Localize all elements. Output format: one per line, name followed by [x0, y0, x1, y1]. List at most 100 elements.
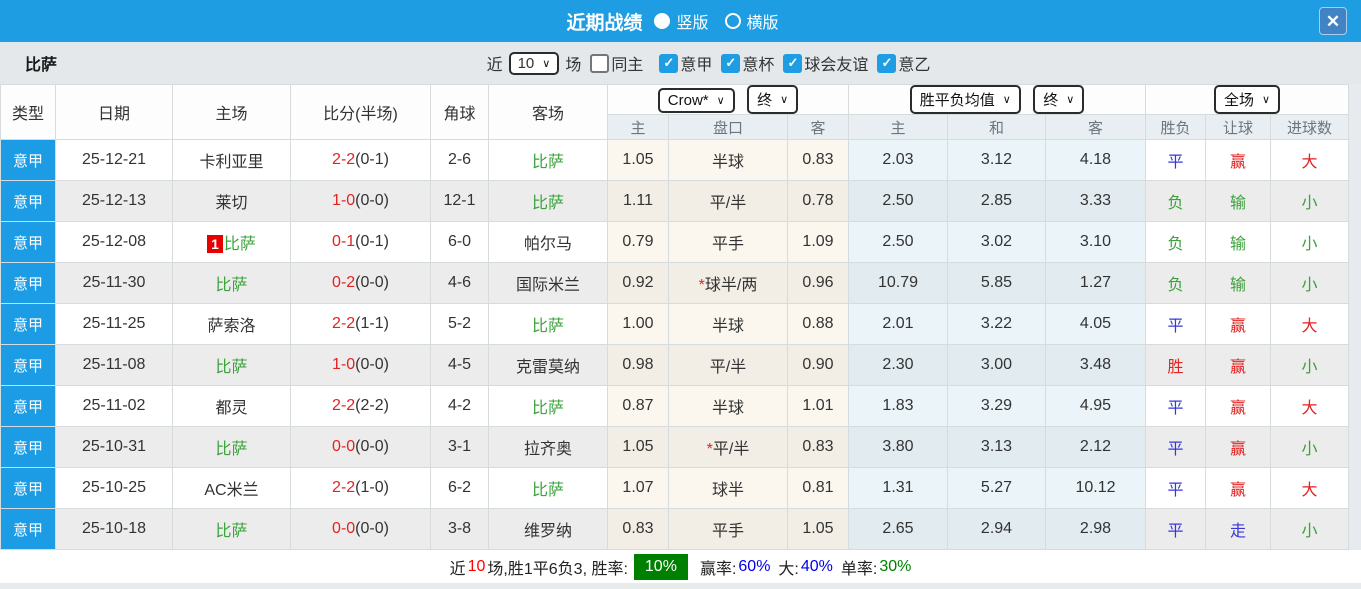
checkbox-1-icon[interactable]: ✓: [659, 53, 679, 73]
score-cell: 0-0(0-0): [290, 508, 431, 550]
checkbox-label[interactable]: 意甲: [680, 51, 712, 75]
eu-home-odds-cell: 10.79: [848, 262, 948, 304]
handicap-text: 球半/两: [704, 277, 758, 294]
footer-segment: 40%: [800, 557, 833, 575]
eu-draw-odds-cell: 3.22: [947, 303, 1046, 345]
ah-away-odds-cell: 1.05: [787, 508, 849, 550]
home-team-name: AC米兰: [204, 482, 259, 499]
handicap-cell: 平/半: [668, 344, 788, 386]
away-team-name: 拉齐奥: [523, 441, 572, 458]
match-scope-select[interactable]: 全场 ∨: [1213, 85, 1281, 114]
result-goals-cell: 小: [1269, 180, 1350, 222]
result-goals-cell: 小: [1269, 344, 1350, 386]
home-team-cell: 萨索洛: [172, 303, 291, 345]
result-wdl-cell: 平: [1145, 467, 1206, 509]
date-cell: 25-11-08: [55, 344, 173, 386]
date-cell: 25-12-08: [55, 221, 173, 263]
bookmaker-select[interactable]: Crow* ∨: [657, 88, 735, 113]
radio-vertical-label: 竖版: [676, 15, 709, 32]
eu-away-odds-cell: 4.95: [1045, 385, 1146, 427]
footer-segment: 场,胜1平6负3, 胜率:: [487, 560, 628, 578]
half-score: (0-0): [355, 274, 389, 291]
result-row: 意甲 25-11-02 都灵 2-2(2-2) 4-2 比萨 0.87 半球 1.01 1.83 3…: [0, 385, 1350, 427]
sub-header-eu-away: 客: [1045, 114, 1146, 140]
ah-away-odds-cell: 0.88: [787, 303, 849, 345]
result-goals-cell: 大: [1269, 139, 1350, 181]
handicap-cell: 平/半: [668, 180, 788, 222]
col-header-home: 主场: [172, 84, 291, 140]
league-cell: 意甲: [0, 344, 56, 386]
league-cell: 意甲: [0, 508, 56, 550]
eu-draw-odds-cell: 3.29: [947, 385, 1046, 427]
date-cell: 25-11-25: [55, 303, 173, 345]
footer-segment: 单率:: [840, 560, 878, 578]
radio-horizontal-layout[interactable]: 横版: [724, 9, 779, 33]
ah-away-odds-cell: 0.78: [787, 180, 849, 222]
checkbox-3-icon[interactable]: ✓: [783, 53, 803, 73]
half-score: (2-2): [355, 397, 389, 414]
eu-home-odds-cell: 2.65: [848, 508, 948, 550]
result-let-cell: 输: [1205, 180, 1271, 222]
league-cell: 意甲: [0, 303, 56, 345]
europe-time-select[interactable]: 终 ∨: [1033, 85, 1085, 114]
away-team-name: 国际米兰: [515, 277, 580, 294]
score-cell: 2-2(2-2): [290, 385, 431, 427]
result-let-cell: 走: [1205, 508, 1271, 550]
home-team-cell: 比萨: [172, 426, 291, 468]
eu-draw-odds-cell: 2.94: [947, 508, 1046, 550]
eu-home-odds-cell: 2.03: [848, 139, 948, 181]
half-score: (0-0): [355, 356, 389, 373]
checkbox-2-icon[interactable]: ✓: [721, 53, 741, 73]
result-wdl-cell: 平: [1145, 385, 1206, 427]
full-score: 2-2: [332, 151, 356, 168]
handicap-text: 平手: [711, 523, 744, 540]
league-cell: 意甲: [0, 262, 56, 304]
result-row: 意甲 25-12-08 1 比萨 0-1(0-1) 6-0 帕尔马 0.79 平手 1.09 2.5…: [0, 221, 1350, 263]
eu-draw-odds-cell: 2.85: [947, 180, 1046, 222]
chevron-down-icon: ∨: [1066, 94, 1075, 106]
score-cell: 0-1(0-1): [290, 221, 431, 263]
ah-home-odds-cell: 1.00: [607, 303, 669, 345]
corner-cell: 6-2: [430, 467, 489, 509]
corner-cell: 2-6: [430, 139, 489, 181]
handicap-cell: 平手: [668, 221, 788, 263]
close-icon[interactable]: ✕: [1319, 7, 1347, 35]
result-goals-cell: 大: [1269, 303, 1350, 345]
checkbox-0-icon[interactable]: [590, 53, 610, 73]
checkbox-4-icon[interactable]: ✓: [877, 53, 897, 73]
footer-segment: 60%: [738, 557, 771, 575]
corner-cell: 4-6: [430, 262, 489, 304]
sub-header-wdl: 胜负: [1145, 114, 1206, 140]
footer-segment: 近: [449, 560, 466, 578]
checkbox-label[interactable]: 同主: [611, 51, 643, 75]
corner-cell: 3-8: [430, 508, 489, 550]
checkbox-label[interactable]: 意乙: [898, 51, 930, 75]
league-cell: 意甲: [0, 467, 56, 509]
home-team-cell: 比萨: [172, 344, 291, 386]
checkbox-label[interactable]: 球会友谊: [804, 51, 868, 75]
footer-segment: 赢率:: [699, 560, 737, 578]
result-wdl-cell: 平: [1145, 139, 1206, 181]
score-cell: 1-0(0-0): [290, 180, 431, 222]
chevron-down-icon: ∨: [542, 57, 551, 70]
games-count-select[interactable]: 10 ∨: [508, 51, 560, 75]
result-goals-cell: 小: [1269, 262, 1350, 304]
result-goals-cell: 小: [1269, 508, 1350, 550]
ah-away-odds-cell: 0.83: [787, 139, 849, 181]
col-header-corner: 角球: [430, 84, 489, 140]
league-cell: 意甲: [0, 385, 56, 427]
half-score: (0-0): [355, 192, 389, 209]
eu-away-odds-cell: 4.05: [1045, 303, 1146, 345]
eu-home-odds-cell: 2.30: [848, 344, 948, 386]
handicap-text: 平/半: [709, 359, 747, 376]
eu-away-odds-cell: 1.27: [1045, 262, 1146, 304]
chevron-down-icon: ∨: [716, 95, 725, 107]
result-row: 意甲 25-10-25 AC米兰 2-2(1-0) 6-2 比萨 1.07 球半 0.81 1.3…: [0, 467, 1350, 509]
radio-vertical-layout[interactable]: 竖版: [654, 9, 709, 33]
checkbox-label[interactable]: 意杯: [742, 51, 774, 75]
near-label: 近: [486, 57, 503, 74]
stats-footer: 近 10 场,胜1平6负3, 胜率: 10% 赢率: 60% 大: 40% 单率: 30%: [0, 550, 1361, 583]
eu-draw-odds-cell: 5.27: [947, 467, 1046, 509]
handicap-time-select[interactable]: 终 ∨: [747, 85, 799, 114]
europe-odds-select[interactable]: 胜平负均值 ∨: [909, 85, 1021, 114]
